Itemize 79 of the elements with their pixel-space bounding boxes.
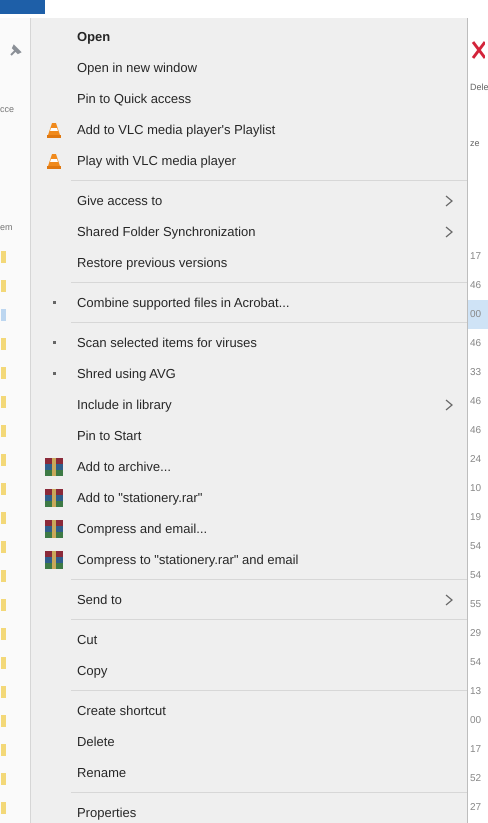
bullet-icon [52,301,56,304]
cut-off-cell-text: 52 [469,772,482,786]
folder-icon [1,396,6,408]
folder-icon [1,482,6,494]
stacked-books-icon [45,550,63,568]
cut-off-cell-text: 46 [469,337,482,351]
folder-icon [1,338,6,350]
menu-item[interactable]: Properties [31,797,467,823]
menu-item[interactable]: Combine supported files in Acrobat... [31,287,467,318]
bullet-icon [52,372,56,375]
cut-off-cell-text: 54 [469,540,482,554]
menu-item[interactable]: Open in new window [31,52,467,83]
menu-item[interactable]: Pin to Quick access [31,83,467,114]
folder-icon [1,570,6,582]
menu-item[interactable]: Compress and email... [31,513,467,544]
cut-off-cell-text: 00 [469,714,482,728]
folder-icon [1,598,6,610]
cut-off-cell-text: 17 [469,250,482,264]
bullet-icon [52,341,56,344]
menu-item[interactable]: Delete [31,726,467,757]
folder-icon [1,802,6,814]
menu-item[interactable]: Create shortcut [31,695,467,726]
cut-off-label: em [0,222,13,232]
pin-icon[interactable] [8,42,24,58]
menu-item[interactable]: Open [31,21,467,52]
menu-item[interactable]: Shared Folder Synchronization [31,216,467,247]
stacked-books-icon [45,520,63,538]
close-icon[interactable] [471,41,485,59]
menu-item[interactable]: Restore previous versions [31,247,467,278]
menu-item[interactable]: Give access to [31,185,467,216]
folder-icon [1,454,6,466]
traffic-cone-icon [47,152,61,168]
folder-icon [1,366,6,378]
menu-item[interactable]: Include in library [31,389,467,420]
folder-icon [1,656,6,668]
menu-item[interactable]: Add to "stationery.rar" [31,482,467,513]
traffic-cone-icon [47,122,61,138]
cut-off-cell-text: 33 [469,366,482,380]
folder-icon [1,280,6,292]
folder-icon [1,308,6,320]
stacked-books-icon [45,488,63,506]
folder-icon [1,424,6,436]
menu-item[interactable]: Pin to Start [31,420,467,451]
folder-icon [1,714,6,726]
menu-item[interactable]: Compress to "stationery.rar" and email [31,544,467,575]
cut-off-cell-text: 46 [469,424,482,438]
menu-item[interactable]: Scan selected items for viruses [31,327,467,358]
cut-off-cell-text: 27 [469,801,482,815]
cut-off-cell-text: 54 [469,656,482,670]
folder-icon [1,250,6,262]
folder-icon [1,744,6,756]
menu-item[interactable]: Play with VLC media player [31,145,467,176]
cut-off-cell-text: 10 [469,482,482,496]
folder-icon [1,512,6,524]
folder-icon [1,540,6,552]
stacked-books-icon [45,458,63,476]
menu-item[interactable]: Rename [31,757,467,788]
folder-icon [1,772,6,784]
cut-off-label: ze [470,138,480,148]
cut-off-cell-text: 24 [469,453,482,467]
cut-off-label: Dele [470,82,488,92]
menu-item[interactable]: Add to VLC media player's Playlist [31,114,467,145]
menu-item[interactable]: Send to [31,584,467,615]
menu-item[interactable]: Copy [31,655,467,686]
folder-icon [1,628,6,640]
cut-off-cell-text: 46 [469,395,482,409]
cut-off-label: cce [0,104,14,114]
cut-off-cell-text: 13 [469,685,482,699]
cut-off-cell-text: 54 [469,569,482,583]
menu-item[interactable]: Cut [31,624,467,655]
folder-icon [1,686,6,698]
cut-off-cell-text: 17 [469,743,482,757]
cut-off-cell: 00 [468,300,488,329]
cut-off-cell-text: 55 [469,598,482,612]
cut-off-cell-text: 29 [469,627,482,641]
cut-off-cell-text: 46 [469,279,482,293]
menu-item[interactable]: Shred using AVG [31,358,467,389]
cut-off-cell-text: 19 [469,511,482,525]
menu-item[interactable]: Add to archive... [31,451,467,482]
